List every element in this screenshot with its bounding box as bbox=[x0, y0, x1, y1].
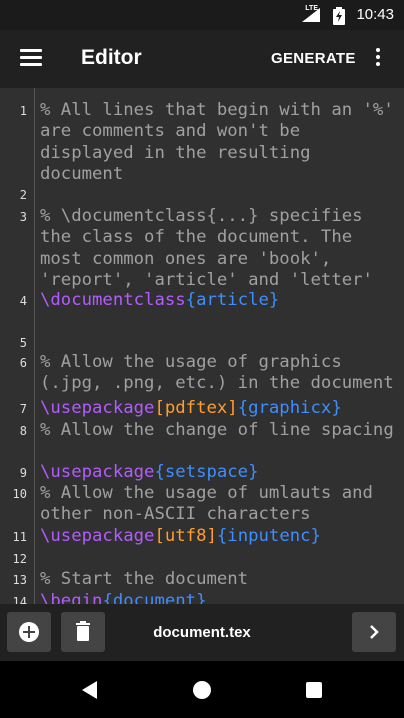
clock: 10:43 bbox=[356, 6, 394, 23]
code-text[interactable]: % \documentclass{...} specifies the clas… bbox=[40, 206, 400, 291]
home-icon[interactable] bbox=[193, 681, 211, 699]
more-vert-icon[interactable] bbox=[372, 48, 384, 70]
line-number: 14 bbox=[12, 595, 27, 604]
code-token: {graphicx} bbox=[237, 398, 342, 418]
line-number: 6 bbox=[19, 356, 27, 370]
code-text[interactable]: % Allow the change of line spacing bbox=[40, 420, 400, 441]
next-file-button[interactable] bbox=[352, 612, 396, 652]
line-number: 13 bbox=[12, 573, 27, 587]
current-filename[interactable]: document.tex bbox=[0, 624, 404, 641]
code-editor[interactable]: 1 % All lines that begin with an '%' are … bbox=[0, 88, 404, 604]
line-number: 9 bbox=[19, 466, 27, 480]
code-token: % Start the document bbox=[40, 569, 249, 589]
code-token: {setspace} bbox=[154, 462, 259, 482]
code-token: \usepackage bbox=[40, 398, 155, 418]
gutter-divider bbox=[34, 88, 35, 604]
code-token: {document} bbox=[102, 591, 207, 604]
code-token: \begin bbox=[40, 591, 103, 604]
line-number: 11 bbox=[12, 530, 27, 544]
line-number: 4 bbox=[19, 294, 27, 308]
code-token: % Allow the usage of umlauts and other n… bbox=[40, 483, 384, 525]
generate-button[interactable]: GENERATE bbox=[271, 50, 356, 67]
code-token: [pdftex] bbox=[154, 398, 238, 418]
code-text[interactable]: % All lines that begin with an '%' are c… bbox=[40, 100, 400, 185]
chevron-right-icon bbox=[370, 625, 379, 639]
code-token: % Allow the change of line spacing bbox=[40, 420, 394, 440]
code-token: [utf8] bbox=[154, 526, 217, 546]
code-text[interactable]: \usepackage[utf8]{inputenc} bbox=[40, 526, 400, 547]
code-text[interactable]: \documentclass{article} bbox=[40, 290, 400, 311]
code-text[interactable]: % Allow the usage of umlauts and other n… bbox=[40, 483, 400, 526]
line-number: 12 bbox=[12, 552, 27, 566]
hamburger-menu-icon[interactable] bbox=[20, 49, 42, 67]
line-number: 8 bbox=[19, 424, 27, 438]
code-token: {inputenc} bbox=[216, 526, 321, 546]
code-token: \documentclass bbox=[40, 290, 186, 310]
code-text[interactable]: % Allow the usage of graphics (.jpg, .pn… bbox=[40, 352, 400, 395]
bottom-toolbar: document.tex bbox=[0, 604, 404, 661]
code-token: % Allow the usage of graphics (.jpg, .pn… bbox=[40, 352, 394, 394]
page-title: Editor bbox=[81, 46, 142, 69]
code-token: % All lines that begin with an '%' are c… bbox=[40, 100, 404, 184]
code-token: \usepackage bbox=[40, 526, 155, 546]
battery-charging-icon bbox=[333, 7, 345, 25]
line-number: 7 bbox=[19, 402, 27, 416]
code-text[interactable]: \usepackage[pdftex]{graphicx} bbox=[40, 398, 400, 419]
code-token: \usepackage bbox=[40, 462, 155, 482]
code-token: {article} bbox=[185, 290, 280, 310]
code-text[interactable]: \begin{document} bbox=[40, 591, 400, 604]
line-number: 10 bbox=[12, 487, 27, 501]
line-number: 2 bbox=[19, 188, 27, 202]
code-token: % \documentclass{...} specifies the clas… bbox=[40, 206, 373, 290]
back-icon[interactable] bbox=[81, 681, 99, 699]
signal-icon bbox=[302, 8, 320, 22]
line-number: 5 bbox=[19, 336, 27, 350]
line-number: 1 bbox=[19, 104, 27, 118]
system-nav-bar bbox=[0, 661, 404, 718]
code-text[interactable]: % Start the document bbox=[40, 569, 400, 590]
line-number: 3 bbox=[19, 210, 27, 224]
status-bar: LTE 10:43 bbox=[0, 0, 404, 30]
recents-icon[interactable] bbox=[306, 682, 322, 698]
app-bar: Editor GENERATE bbox=[0, 30, 404, 88]
code-text[interactable]: \usepackage{setspace} bbox=[40, 462, 400, 483]
